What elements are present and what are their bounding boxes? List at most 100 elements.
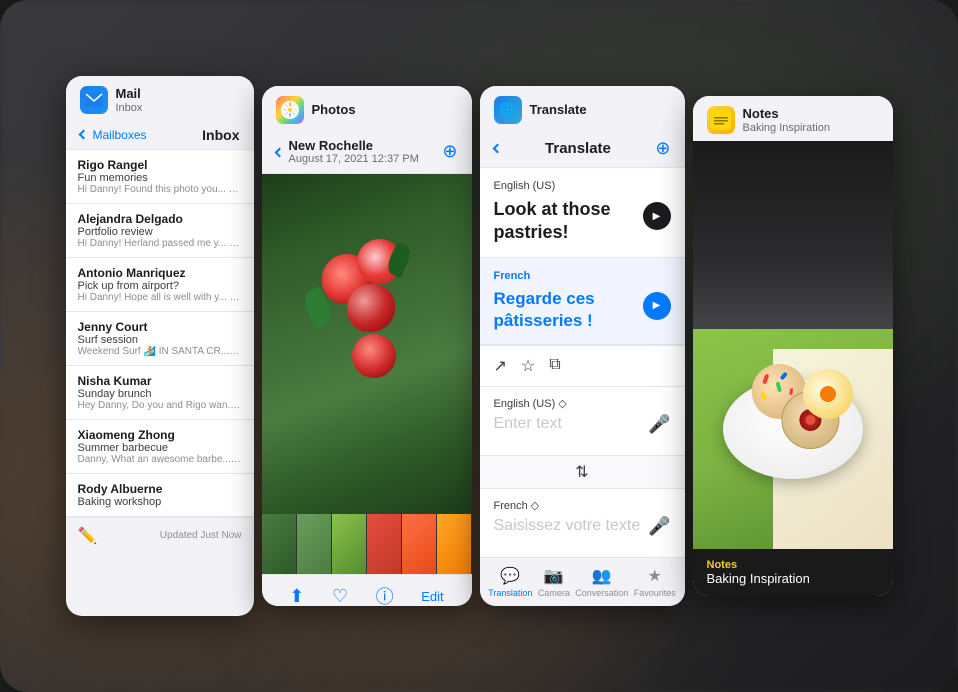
conversation-tab-label: Conversation (575, 588, 628, 598)
mail-icon (80, 86, 108, 114)
photos-icon (276, 96, 304, 124)
mail-app-title: Mail (116, 86, 143, 102)
translate-mic-icon[interactable]: 🎤 (648, 414, 670, 435)
mail-sender-1: Rigo Rangel (78, 158, 242, 172)
mail-preview-4: Weekend Surf 🏄 IN SANTA CR... waves Chil… (78, 346, 242, 357)
translate-swap-icon[interactable]: ⇅ (575, 462, 588, 482)
photos-app-card[interactable]: Photos New Rochelle August 17, 2021 12:3… (262, 86, 472, 606)
mail-nav-bar: Mailboxes Inbox (66, 121, 254, 150)
translation-tab-icon: 💬 (500, 566, 520, 586)
notes-title-bar: Notes Baking Inspiration (693, 549, 893, 596)
photos-add-icon[interactable]: ⊕ (442, 141, 457, 162)
translate-app-title: Translate (530, 102, 587, 118)
photos-main-image (262, 174, 472, 514)
translate-app-header: 🌐 Translate (480, 86, 685, 130)
filmstrip-1[interactable] (262, 514, 297, 574)
notes-app-header: Notes Baking Inspiration (693, 96, 893, 141)
mail-subject-2: Portfolio review (78, 226, 242, 238)
mail-subject-3: Pick up from airport? (78, 280, 242, 292)
sprinkle-yellow (760, 392, 767, 401)
notes-app-title: Notes (743, 106, 830, 122)
translate-tab-favourites[interactable]: ★ Favourites (634, 566, 676, 598)
translate-star-icon[interactable]: ☆ (521, 356, 535, 376)
mail-item-7[interactable]: Rody Albuerne Baking workshop (66, 474, 254, 517)
filmstrip-5[interactable] (402, 514, 437, 574)
ipad-frame: Mail Inbox Mailboxes Inbox Rigo Rangel F… (0, 0, 958, 692)
translate-expand-icon[interactable]: ↗ (494, 356, 507, 376)
mail-inbox-title: Inbox (202, 127, 239, 143)
translate-input-placeholder[interactable]: Enter text (494, 415, 562, 433)
translate-tab-camera[interactable]: 📷 Camera (538, 566, 570, 598)
rose-3 (347, 284, 395, 332)
mail-sender-4: Jenny Court (78, 320, 242, 334)
mail-preview-6: Danny, What an awesome barbe... much fun… (78, 454, 242, 465)
photos-title-area: Photos (312, 102, 356, 118)
translate-tab-translation[interactable]: 💬 Translation (488, 566, 532, 598)
photos-location-header: New Rochelle August 17, 2021 12:37 PM ⊕ (262, 130, 472, 174)
mail-item-4[interactable]: Jenny Court Surf session Weekend Surf 🏄 … (66, 312, 254, 366)
mail-list: Rigo Rangel Fun memories Hi Danny! Found… (66, 150, 254, 517)
mail-item-5[interactable]: Nisha Kumar Sunday brunch Hey Danny, Do … (66, 366, 254, 420)
mail-preview-1: Hi Danny! Found this photo you... believ… (78, 184, 242, 195)
mail-subject-4: Surf session (78, 334, 242, 346)
cookie-flower (803, 369, 853, 419)
notes-app-card[interactable]: Notes Baking Inspiration (693, 96, 893, 596)
mail-preview-3: Hi Danny! Hope all is well with y... hom… (78, 292, 242, 303)
mail-subject-7: Baking workshop (78, 496, 242, 508)
translate-tab-conversation[interactable]: 👥 Conversation (575, 566, 628, 598)
translate-source-section: English (US) Look at those pastries! ▶ (480, 168, 685, 258)
mail-app-subtitle: Inbox (116, 102, 143, 115)
info-button[interactable]: ⓘ (376, 583, 394, 606)
filmstrip-6[interactable] (437, 514, 472, 574)
photos-back-icon[interactable] (276, 145, 283, 159)
sprinkle-blue (779, 372, 787, 381)
filmstrip-3[interactable] (332, 514, 367, 574)
mail-app-card[interactable]: Mail Inbox Mailboxes Inbox Rigo Rangel F… (66, 76, 254, 616)
translate-input-section: English (US) ◇ Enter text 🎤 (480, 387, 685, 455)
photos-filmstrip (262, 514, 472, 574)
translate-add-icon[interactable]: ⊕ (655, 138, 670, 159)
translate-target-play-button[interactable]: ▶ (643, 292, 671, 320)
translate-source-play-button[interactable]: ▶ (643, 202, 671, 230)
mail-sender-2: Alejandra Delgado (78, 212, 242, 226)
photos-app-header: Photos (262, 86, 472, 130)
mail-item-6[interactable]: Xiaomeng Zhong Summer barbecue Danny, Wh… (66, 420, 254, 474)
mail-sender-7: Rody Albuerne (78, 482, 242, 496)
camera-tab-icon: 📷 (544, 566, 564, 586)
filmstrip-4[interactable] (367, 514, 402, 574)
apps-container: Mail Inbox Mailboxes Inbox Rigo Rangel F… (0, 0, 958, 692)
translate-target-section: French Regarde ces pâtisseries ! ▶ (480, 258, 685, 345)
translate-footer-tabs: 💬 Translation 📷 Camera 👥 Conversation ★ … (480, 557, 685, 606)
translate-swap-bar: ⇅ (480, 455, 685, 489)
filmstrip-2[interactable] (297, 514, 332, 574)
mailboxes-label: Mailboxes (93, 128, 147, 142)
mail-item-3[interactable]: Antonio Manriquez Pick up from airport? … (66, 258, 254, 312)
mail-item-2[interactable]: Alejandra Delgado Portfolio review Hi Da… (66, 204, 254, 258)
mail-subject-6: Summer barbecue (78, 442, 242, 454)
edit-button[interactable]: Edit (421, 589, 443, 604)
compose-icon[interactable]: ✏️ (78, 526, 98, 546)
back-chevron-icon (78, 130, 88, 140)
translate-output-placeholder[interactable]: Saisissez votre texte (494, 517, 641, 535)
sprinkle-red (762, 374, 769, 385)
favourites-tab-label: Favourites (634, 588, 676, 598)
mail-updated-text: Updated Just Now (160, 530, 242, 541)
translate-back-button[interactable] (494, 140, 501, 158)
translate-output-section: French ◇ Saisissez votre texte 🎤 (480, 489, 685, 557)
mail-back-button[interactable]: Mailboxes (80, 128, 147, 142)
notes-image-content (693, 141, 893, 549)
translate-output-mic-icon[interactable]: 🎤 (648, 516, 670, 537)
translate-input-lang-label: English (US) ◇ (494, 397, 671, 410)
translate-target-text: Regarde ces pâtisseries ! (494, 288, 643, 332)
translate-source-text: Look at those pastries! (494, 198, 643, 245)
mail-sender-5: Nisha Kumar (78, 374, 242, 388)
photos-location-text: New Rochelle (289, 138, 419, 153)
mail-item-1[interactable]: Rigo Rangel Fun memories Hi Danny! Found… (66, 150, 254, 204)
translate-app-card[interactable]: 🌐 Translate Translate ⊕ English (US) Loo… (480, 86, 685, 606)
heart-button[interactable]: ♡ (332, 586, 348, 607)
translate-copy-icon[interactable]: ⧉ (549, 356, 560, 376)
share-button[interactable]: ⬆ (289, 586, 304, 607)
mail-preview-2: Hi Danny! Herland passed me y... at his … (78, 238, 242, 249)
translate-back-icon (492, 143, 502, 153)
mail-sender-3: Antonio Manriquez (78, 266, 242, 280)
